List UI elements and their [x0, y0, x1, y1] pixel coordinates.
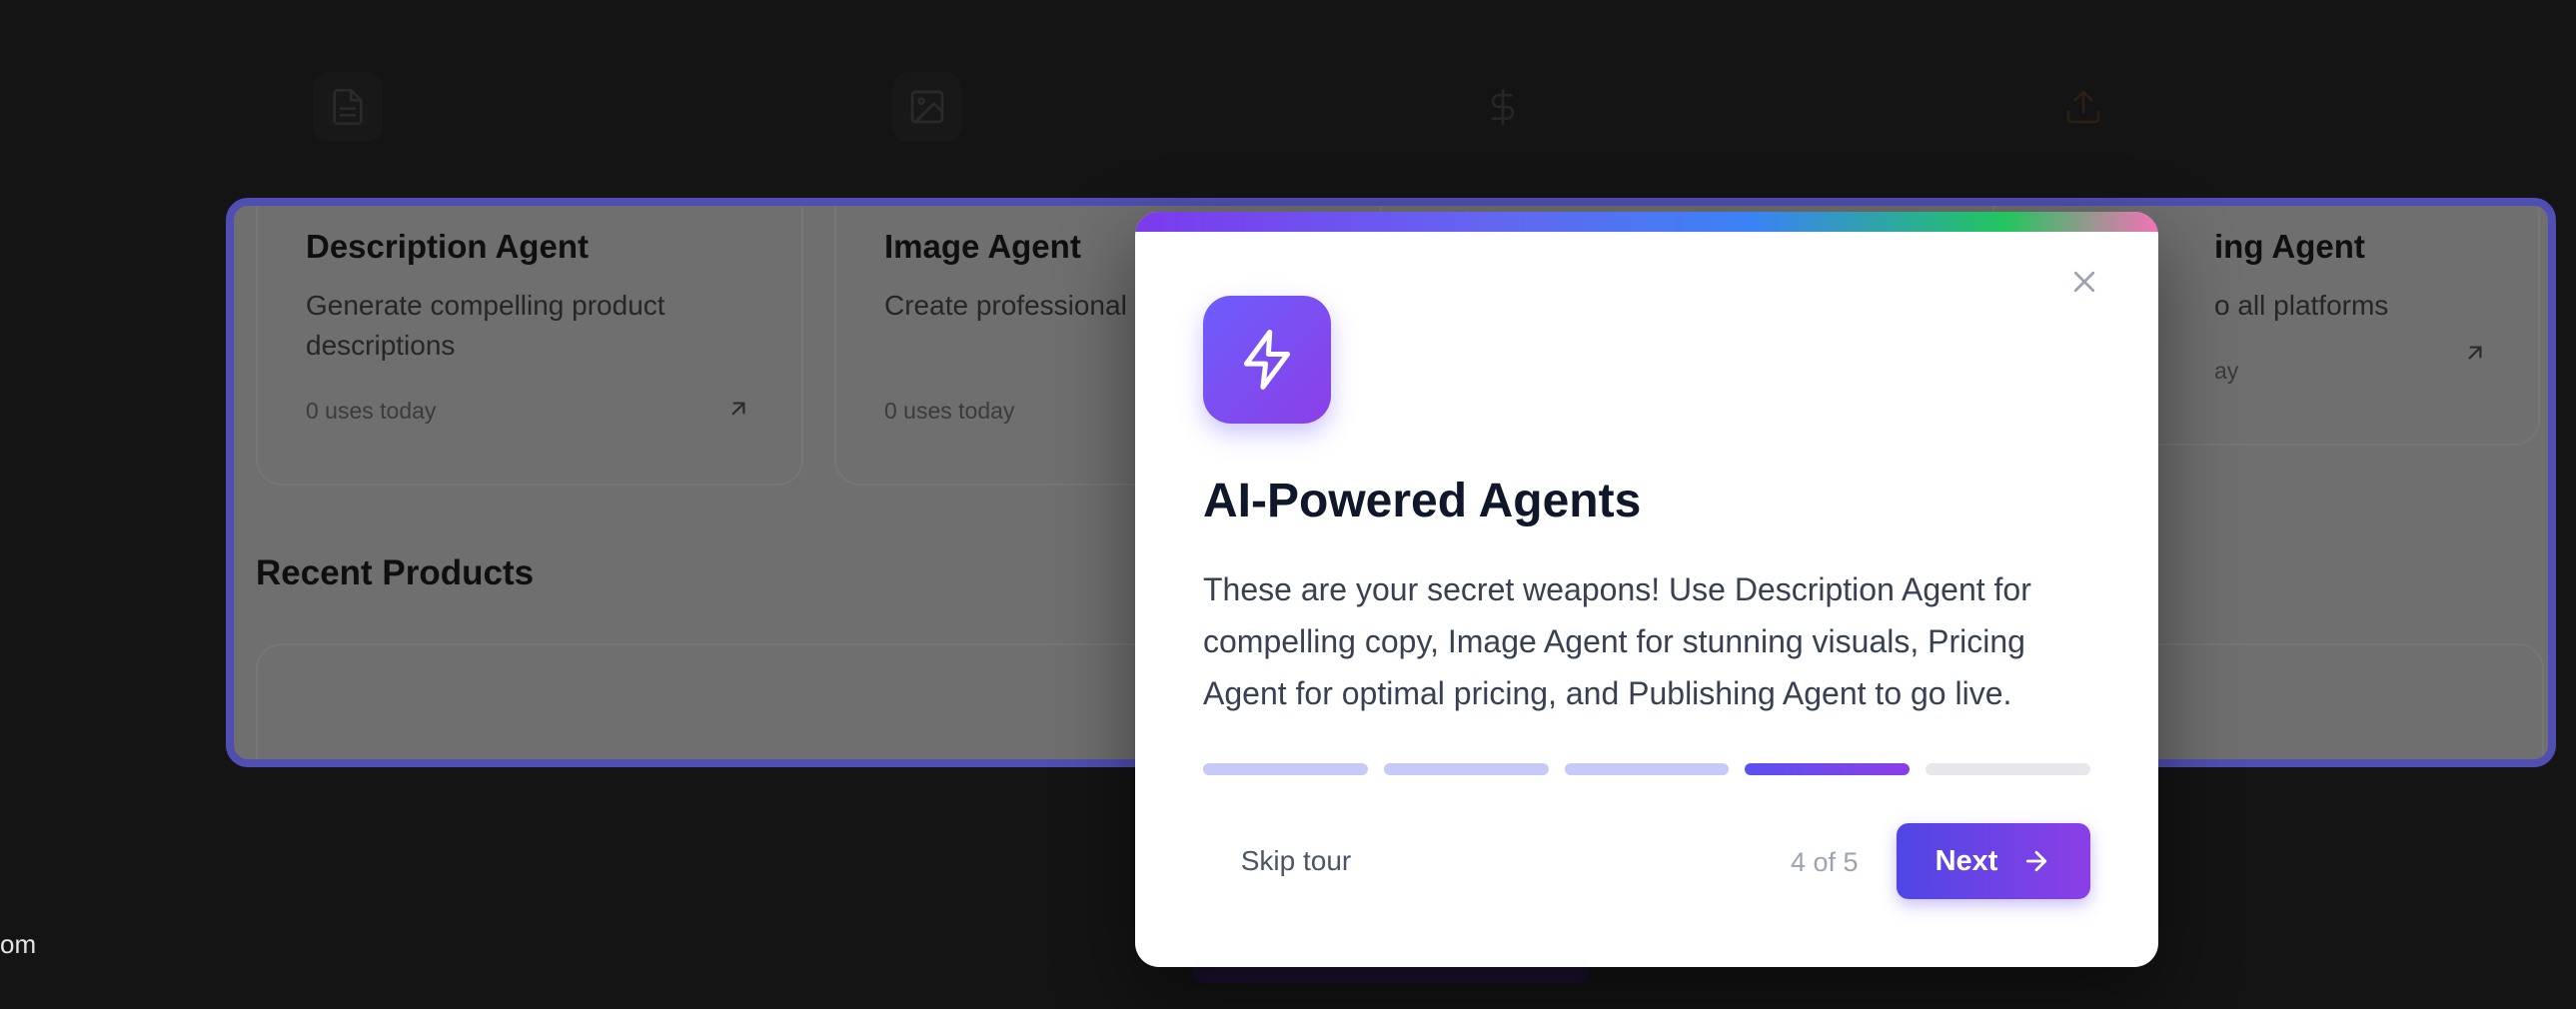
close-icon [2073, 271, 2095, 293]
step-counter: 4 of 5 [1791, 847, 1859, 877]
screen: Description Agent Generate compelling pr… [0, 0, 2576, 1009]
card-title: Image Agent [884, 228, 1081, 265]
close-button[interactable] [2064, 262, 2104, 302]
progress-segment [1926, 763, 2090, 775]
upload-icon [2048, 72, 2118, 142]
dialog-body: These are your secret weapons! Use Descr… [1203, 571, 2031, 711]
progress-segment [1564, 763, 1730, 775]
card-usage-count: 0 uses today [306, 398, 437, 424]
image-icon [892, 72, 962, 142]
footer-text-fragment: om [0, 929, 37, 959]
skip-tour-button[interactable]: Skip tour [1203, 823, 1389, 899]
dialog-title: AI-Powered Agents [1203, 475, 1642, 527]
dollar-icon [1468, 72, 1538, 142]
tour-dialog: AI-Powered Agents These are your secret … [1135, 212, 2158, 967]
next-button-label: Next [1934, 844, 1998, 877]
card-title: ing Agent [2214, 228, 2365, 265]
recent-products-heading: Recent Products [256, 553, 535, 592]
progress-segment [1745, 763, 1911, 775]
gradient-stripe [1135, 212, 2158, 232]
lightning-icon [1203, 296, 1331, 424]
card-usage-count: ay [2214, 358, 2239, 384]
document-icon [313, 72, 383, 142]
arrow-right-icon [2026, 850, 2047, 872]
card-description: Generate compelling product descriptions [306, 290, 665, 361]
card-description: o all platforms [2214, 290, 2389, 321]
agent-card-description[interactable]: Description Agent Generate compelling pr… [256, 206, 803, 486]
tour-progress [1203, 763, 2090, 775]
next-button[interactable]: Next [1897, 823, 2090, 899]
card-usage-count: 0 uses today [884, 398, 1015, 424]
progress-segment [1383, 763, 1549, 775]
arrow-up-right-icon [731, 402, 745, 416]
card-title: Description Agent [306, 228, 589, 265]
progress-segment [1203, 763, 1368, 775]
arrow-up-right-icon [2468, 346, 2482, 360]
